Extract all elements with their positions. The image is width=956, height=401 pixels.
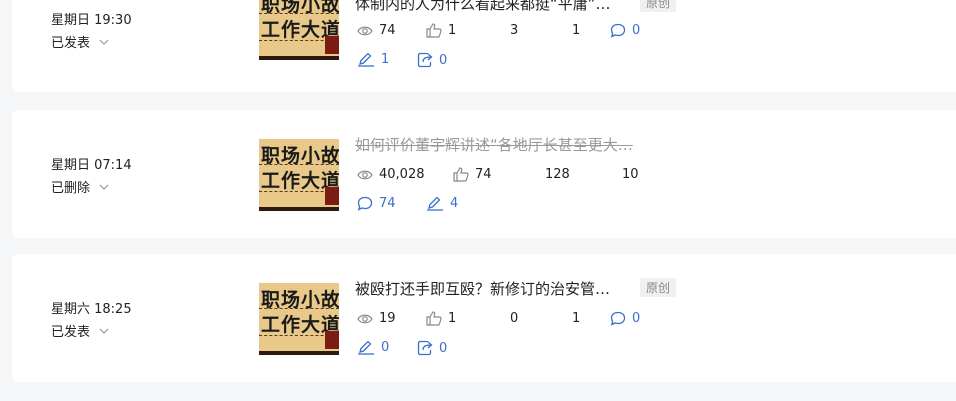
publish-time: 星期六 18:25 — [51, 302, 132, 317]
article-title[interactable]: 被殴打还手即互殴？新修订的治安管… — [355, 278, 610, 299]
share-stat[interactable]: 0 — [417, 52, 447, 68]
publish-time: 星期日 19:30 — [51, 13, 132, 28]
status-dropdown[interactable]: 已删除 — [51, 177, 110, 196]
status-label: 已删除 — [51, 181, 91, 196]
article-thumbnail[interactable]: 职场小故事 工作大道理 — [259, 283, 339, 355]
edit-stat[interactable]: 0 — [357, 340, 389, 355]
likes-stat: 1 — [426, 311, 456, 326]
share-icon — [417, 52, 433, 68]
stat-value: 3 — [510, 23, 519, 38]
article-title[interactable]: 体制内的人为什么看起来都挺“平庸”… — [355, 0, 611, 14]
likes-stat: 1 — [426, 23, 456, 38]
comment-icon — [357, 196, 373, 211]
likes-stat: 74 — [453, 167, 492, 182]
share-count: 0 — [439, 340, 448, 356]
share-icon — [417, 340, 433, 356]
thumbs-up-icon — [426, 23, 442, 38]
eye-icon — [357, 170, 373, 179]
comments-stat[interactable]: 0 — [610, 23, 640, 38]
views-count: 40,028 — [379, 167, 425, 182]
eye-icon — [357, 26, 373, 35]
original-badge: 原创 — [640, 278, 677, 297]
chevron-down-icon — [99, 184, 109, 190]
comments-count: 0 — [632, 23, 641, 38]
article-card: 星期日 07:14 已删除 职场小故事 工作大道理 如何评价董宇辉讲述“各地厅长… — [12, 110, 956, 238]
views-count: 19 — [379, 311, 396, 326]
comments-count: 0 — [632, 311, 641, 326]
article-thumbnail[interactable]: 职场小故事 工作大道理 — [259, 0, 339, 60]
pencil-icon — [358, 340, 374, 355]
views-count: 74 — [379, 23, 396, 38]
publish-time: 星期日 07:14 — [51, 158, 132, 173]
stat-value: 0 — [510, 311, 519, 326]
stat-value: 1 — [572, 23, 581, 38]
edit-count: 1 — [381, 52, 390, 67]
share-count: 0 — [439, 52, 448, 68]
original-badge: 原创 — [640, 0, 677, 12]
chevron-down-icon — [99, 39, 109, 45]
stat-value: 10 — [622, 167, 639, 182]
views-stat: 74 — [357, 23, 396, 38]
comment-icon — [610, 311, 626, 326]
edit-stat[interactable]: 4 — [426, 196, 458, 211]
comment-icon — [610, 23, 626, 38]
stat-value: 1 — [572, 311, 581, 326]
thumbs-up-icon — [453, 167, 469, 182]
thumbs-up-icon — [426, 311, 442, 326]
eye-icon — [357, 314, 373, 323]
article-card: 星期日 19:30 已发表 职场小故事 工作大道理 体制内的人为什么看起来都挺“… — [12, 0, 956, 92]
comments-count: 74 — [379, 196, 396, 211]
edit-count: 0 — [381, 340, 390, 355]
article-title[interactable]: 如何评价董宇辉讲述“各地厅长甚至更大… — [355, 134, 633, 155]
likes-count: 1 — [448, 311, 457, 326]
likes-count: 74 — [475, 167, 492, 182]
views-stat: 40,028 — [357, 167, 425, 182]
article-thumbnail[interactable]: 职场小故事 工作大道理 — [259, 139, 339, 211]
edit-stat[interactable]: 1 — [357, 52, 389, 67]
pencil-icon — [427, 196, 443, 211]
comments-stat[interactable]: 0 — [610, 311, 640, 326]
edit-count: 4 — [450, 196, 459, 211]
status-dropdown[interactable]: 已发表 — [51, 32, 110, 51]
status-dropdown[interactable]: 已发表 — [51, 321, 110, 340]
share-stat[interactable]: 0 — [417, 340, 447, 356]
likes-count: 1 — [448, 23, 457, 38]
comments-stat[interactable]: 74 — [357, 196, 396, 211]
article-card: 星期六 18:25 已发表 职场小故事 工作大道理 被殴打还手即互殴？新修订的治… — [12, 254, 956, 382]
status-label: 已发表 — [51, 325, 91, 340]
stat-value: 128 — [545, 167, 570, 182]
status-label: 已发表 — [51, 36, 91, 51]
pencil-icon — [358, 52, 374, 67]
chevron-down-icon — [99, 328, 109, 334]
views-stat: 19 — [357, 311, 396, 326]
